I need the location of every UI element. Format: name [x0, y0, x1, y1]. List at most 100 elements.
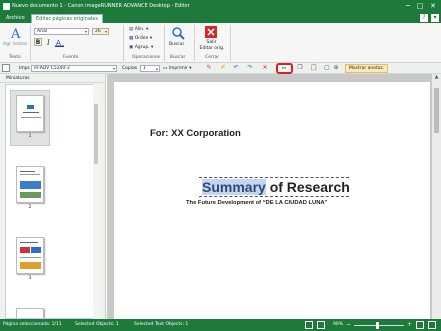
exit-label-1[interactable]: Salir — [205, 40, 218, 45]
annotation-icon[interactable]: ✐ — [219, 64, 227, 72]
zoom-level: 90% — [333, 322, 344, 327]
two-page-view-icon[interactable] — [317, 321, 325, 329]
search-icon[interactable] — [171, 26, 185, 40]
bold-button[interactable]: B — [34, 38, 42, 46]
operations-group-label: Operaciones — [132, 55, 161, 60]
font-name-select[interactable]: Arial ▾ — [34, 28, 89, 35]
thumbnail-page[interactable] — [16, 308, 44, 318]
align-label: Alin. — [134, 27, 145, 32]
thumbnail-panel-title: Miniaturas — [6, 76, 30, 81]
search-group-label: Buscar — [170, 55, 186, 60]
stepper-icon: ▴ — [155, 66, 158, 71]
thumbnail-line — [21, 117, 41, 118]
font-size-select[interactable]: 26 ▾ — [92, 28, 109, 35]
font-name-value: Arial — [37, 29, 48, 34]
scroll-up-icon[interactable]: ▲ — [432, 74, 441, 82]
help-icon[interactable]: ? — [420, 14, 428, 22]
print-toolbar: Impr. iR-ADV C5240-3 ▾ Copias 1 ▴ ▭ Imprim… — [0, 63, 441, 74]
print-button[interactable]: ▭ Imprimir ▾ — [163, 66, 192, 71]
document-page[interactable]: For: XX Corporation Summary of Research … — [114, 82, 430, 319]
exit-edit-icon[interactable] — [205, 26, 217, 38]
thumbnail-page[interactable] — [16, 237, 44, 274]
document-scrollbar[interactable]: ▲ — [432, 74, 441, 319]
group-button[interactable]: ▣ Agrup. ▾ — [129, 45, 153, 50]
thumbnail-page[interactable] — [16, 166, 44, 203]
thumbnail-panel-header: Miniaturas — [0, 74, 106, 83]
thumbnail-number: 3 — [28, 276, 32, 281]
thumbnail-list[interactable]: 1 2 3 — [5, 84, 94, 319]
delete-icon[interactable]: ✕ — [261, 64, 269, 72]
thumbnail-image — [20, 192, 41, 198]
copy-icon[interactable]: ❐ — [296, 64, 304, 72]
redo-icon[interactable]: ↷ — [246, 64, 254, 72]
view-dropdown-icon[interactable]: ⊕ — [332, 64, 340, 72]
insert-page-icon[interactable]: ✎ — [205, 64, 213, 72]
zoom-out-icon[interactable]: − — [346, 321, 351, 328]
settings-icon[interactable]: ▾ — [431, 14, 439, 22]
font-size-value: 26 — [95, 29, 101, 34]
single-page-view-icon[interactable] — [305, 321, 313, 329]
separator — [123, 25, 124, 61]
thumbnail-line — [23, 112, 39, 113]
zoom-slider[interactable] — [354, 325, 404, 326]
thumbnail-line — [20, 171, 35, 172]
paste-icon[interactable]: 📋 — [310, 64, 318, 72]
copies-value: 1 — [143, 66, 146, 71]
thumbnail-page[interactable] — [16, 95, 44, 132]
chevron-down-icon: ▾ — [84, 29, 87, 34]
search-button-label[interactable]: Buscar — [169, 42, 184, 47]
minimize-button[interactable]: ─ — [402, 1, 414, 11]
svg-text:A: A — [10, 27, 21, 41]
document-area: For: XX Corporation Summary of Research … — [107, 74, 441, 319]
fit-width-icon[interactable] — [428, 321, 436, 329]
zoom-in-icon[interactable]: + — [407, 321, 412, 328]
font-color-icon[interactable]: A — [55, 38, 64, 47]
maximize-button[interactable]: □ — [414, 1, 426, 11]
order-button[interactable]: ▦ Orden ▾ — [129, 36, 152, 41]
zoom-fit-icon[interactable]: ▢ — [323, 64, 331, 72]
chevron-down-icon: ▾ — [112, 66, 115, 71]
thumbnail-image — [31, 247, 41, 253]
scrollbar-thumb[interactable] — [434, 88, 439, 133]
tab-editar-paginas-originales[interactable]: Editar páginas originales — [31, 14, 103, 23]
separator — [30, 25, 31, 61]
thumbnail-image — [20, 262, 41, 269]
close-group-label: Cerrar — [205, 55, 220, 60]
copies-label: Copias — [122, 66, 138, 71]
copies-input[interactable]: 1 ▴ — [140, 65, 160, 72]
thumbnail-line — [20, 257, 41, 258]
tab-archivo[interactable]: Archivo — [2, 14, 29, 23]
cut-button[interactable]: ✂ — [276, 63, 293, 74]
settings-panel-icon[interactable] — [2, 64, 10, 72]
selected-objects-status: Selected Objects: 1 — [75, 322, 119, 327]
show-annotations-label: Mostrar anotac. — [349, 66, 385, 71]
for-line[interactable]: For: XX Corporation — [150, 128, 241, 139]
scissors-icon: ✂ — [281, 65, 287, 72]
document-title[interactable]: Summary of Research — [202, 179, 350, 195]
show-annotations-button[interactable]: Mostrar anotac. — [345, 64, 389, 73]
svg-text:I: I — [46, 39, 50, 46]
scrollbar-thumb[interactable] — [94, 104, 98, 164]
italic-icon[interactable]: I — [45, 38, 53, 46]
order-label: Orden — [134, 36, 149, 41]
thumbnail-number: 2 — [28, 205, 32, 210]
status-bar: Página seleccionada: 1/11 Selected Objec… — [0, 319, 441, 331]
exit-label-2[interactable]: Editar orig. — [199, 46, 225, 51]
window-title: Nuevo documento 1 - Canon imageRUNNER AD… — [12, 3, 190, 9]
thumbnail-image — [20, 181, 41, 189]
add-text-label[interactable]: Agr. textos — [3, 42, 27, 47]
thumbnail-scrollbar[interactable] — [93, 84, 99, 319]
thumbnail-panel: Miniaturas 1 2 3 — [0, 74, 106, 319]
zoom-slider-thumb[interactable] — [376, 322, 379, 329]
document-subtitle[interactable]: The Future Development of “DE LA CIUDAD … — [186, 200, 328, 206]
separator — [164, 25, 165, 61]
separator — [194, 25, 195, 61]
undo-icon[interactable]: ↶ — [232, 64, 240, 72]
title-bar: Nuevo documento 1 - Canon imageRUNNER AD… — [0, 0, 441, 13]
align-button[interactable]: ▤ Alin. ▾ — [129, 27, 148, 32]
printer-select[interactable]: iR-ADV C5240-3 ▾ — [31, 65, 117, 72]
close-window-button[interactable]: ✕ — [427, 1, 439, 11]
add-text-icon[interactable]: A — [6, 25, 26, 41]
thumbnail-line — [20, 242, 38, 243]
fit-page-icon[interactable] — [416, 321, 424, 329]
